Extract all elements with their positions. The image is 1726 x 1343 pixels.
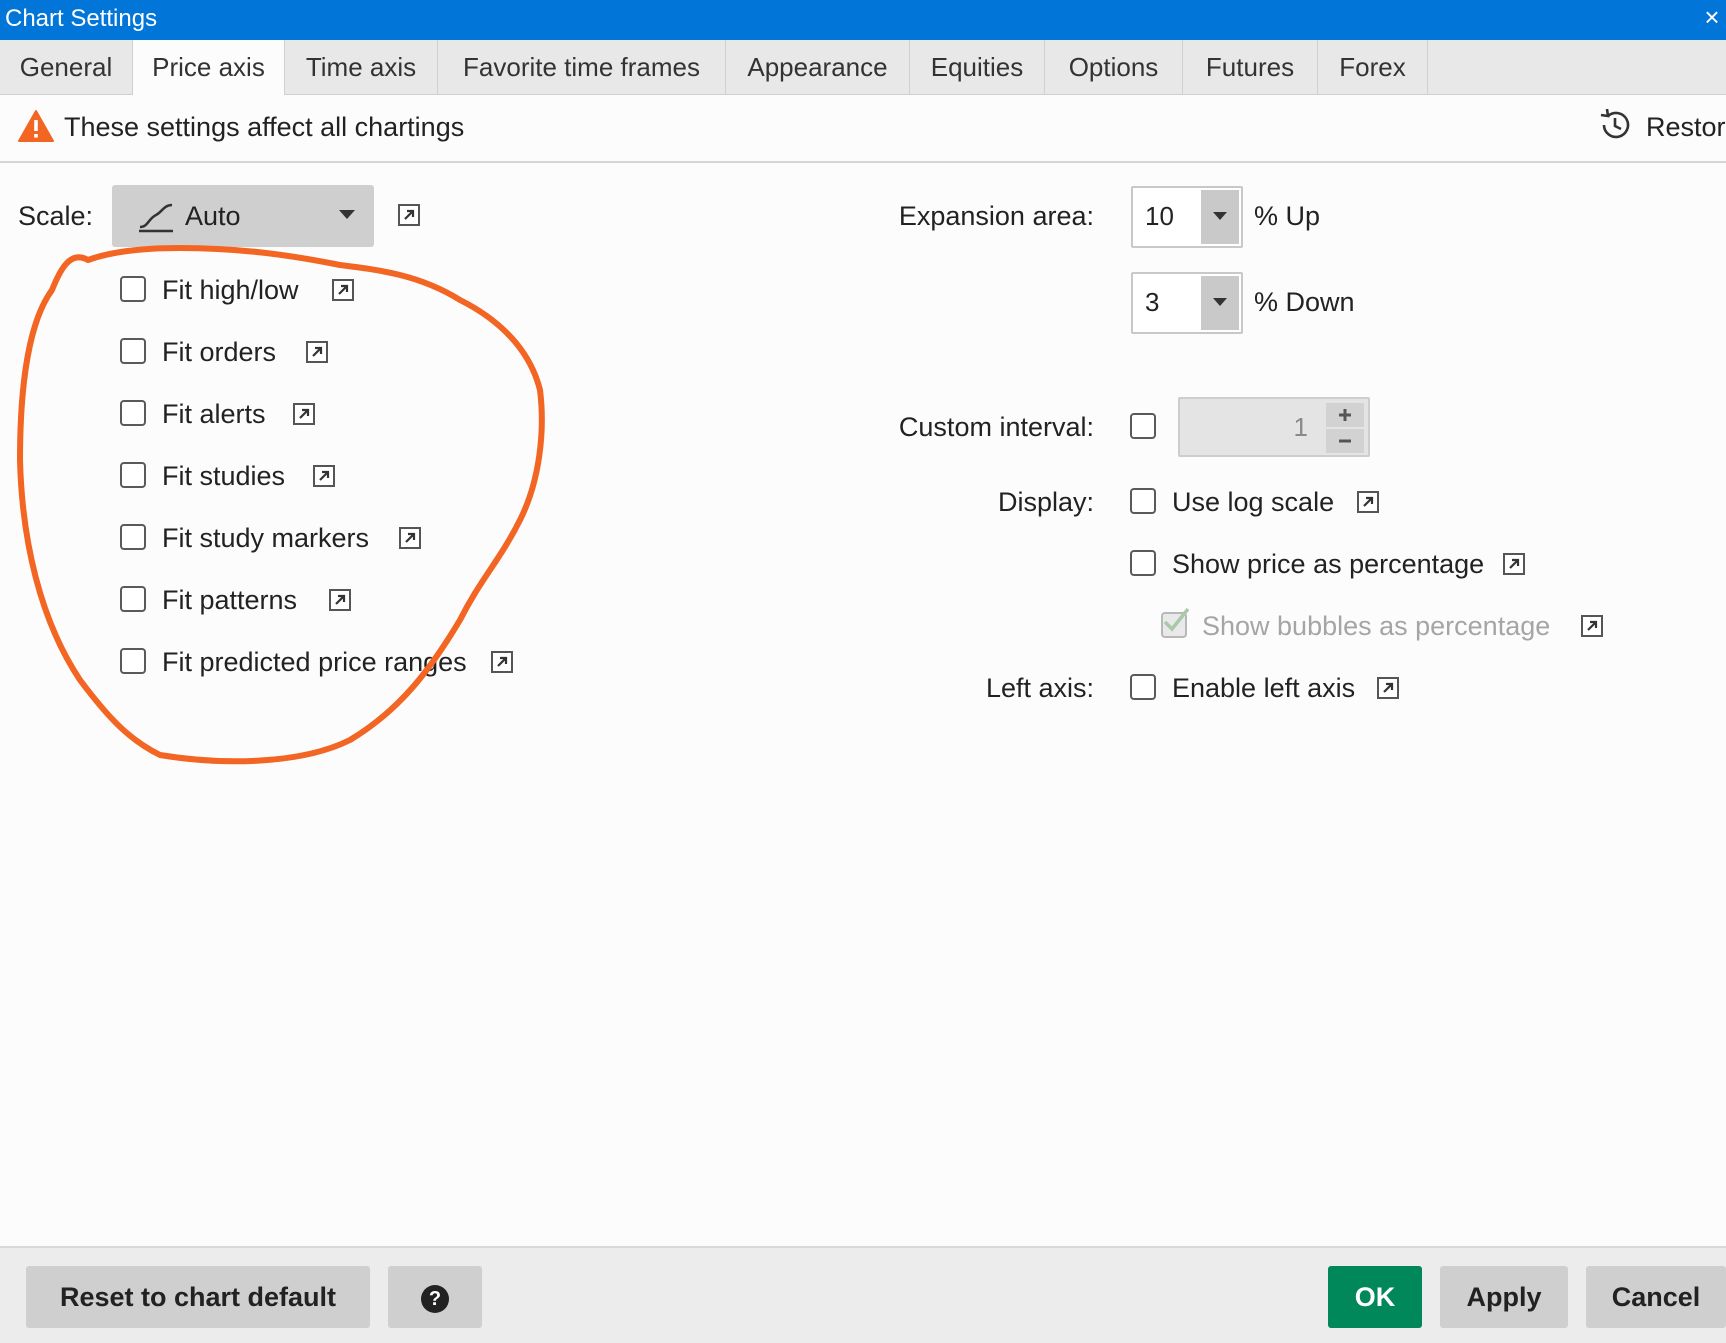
bottom-button-bar: Reset to chart default ? OK Apply Cancel — [0, 1246, 1726, 1343]
history-icon[interactable] — [1597, 107, 1633, 143]
chevron-down-icon — [339, 210, 355, 219]
reset-to-chart-default-button[interactable]: Reset to chart default — [26, 1266, 370, 1328]
fit-studies-checkbox[interactable] — [120, 462, 146, 488]
left-axis-label: Left axis: — [985, 673, 1094, 703]
tab-futures[interactable]: Futures — [1183, 40, 1318, 94]
expansion-up-select[interactable]: 10 — [1131, 186, 1243, 248]
notice-bar: These settings affect all chartings Rest… — [0, 95, 1726, 163]
fit-study-markers-label: Fit study markers — [162, 523, 370, 553]
help-icon: ? — [421, 1284, 449, 1313]
expansion-area-label: Expansion area: — [898, 201, 1094, 231]
minus-icon — [1339, 439, 1351, 443]
fit-alerts-label: Fit alerts — [162, 399, 266, 429]
scale-label: Scale: — [18, 201, 94, 231]
show-bubbles-percentage-label: Show bubbles as percentage — [1202, 611, 1551, 641]
tab-forex[interactable]: Forex — [1318, 40, 1428, 94]
fit-orders-label: Fit orders — [162, 337, 277, 367]
help-button[interactable]: ? — [388, 1266, 482, 1328]
auto-scale-icon — [139, 203, 173, 233]
tab-price-axis[interactable]: Price axis — [133, 40, 285, 95]
check-icon — [1163, 607, 1190, 632]
decrement-button[interactable] — [1326, 429, 1364, 453]
fit-high-low-checkbox[interactable] — [120, 276, 146, 302]
popout-icon[interactable] — [398, 204, 420, 226]
expansion-up-label: % Up — [1254, 201, 1321, 231]
custom-interval-value: 1 — [1293, 412, 1308, 442]
popout-icon[interactable] — [293, 403, 315, 425]
scale-value: Auto — [185, 201, 241, 231]
expansion-down-dropdown-button[interactable] — [1201, 276, 1239, 330]
fit-study-markers-checkbox[interactable] — [120, 524, 146, 550]
popout-icon[interactable] — [313, 465, 335, 487]
tab-favorite-time-frames[interactable]: Favorite time frames — [438, 40, 726, 94]
fit-predicted-price-ranges-checkbox[interactable] — [120, 648, 146, 674]
fit-predicted-price-ranges-label: Fit predicted price ranges — [162, 647, 467, 677]
ok-button[interactable]: OK — [1328, 1266, 1422, 1328]
expansion-down-value: 3 — [1145, 287, 1160, 317]
custom-interval-stepper[interactable]: 1 — [1178, 397, 1370, 457]
tab-appearance[interactable]: Appearance — [726, 40, 910, 94]
fit-patterns-label: Fit patterns — [162, 585, 298, 615]
custom-interval-label: Custom interval: — [898, 412, 1094, 442]
display-label: Display: — [997, 487, 1094, 517]
notice-text: These settings affect all chartings — [64, 112, 465, 142]
tab-options[interactable]: Options — [1045, 40, 1183, 94]
fit-high-low-label: Fit high/low — [162, 275, 299, 305]
popout-icon[interactable] — [1377, 677, 1399, 699]
chevron-down-icon — [1213, 298, 1227, 306]
expansion-up-dropdown-button[interactable] — [1201, 190, 1239, 244]
popout-icon[interactable] — [306, 341, 328, 363]
apply-button[interactable]: Apply — [1440, 1266, 1568, 1328]
popout-icon[interactable] — [399, 527, 421, 549]
tab-equities[interactable]: Equities — [910, 40, 1045, 94]
chevron-down-icon — [1213, 212, 1227, 220]
show-price-percentage-label: Show price as percentage — [1172, 549, 1485, 579]
restore-button[interactable]: Restor — [1646, 107, 1726, 147]
fit-studies-label: Fit studies — [162, 461, 286, 491]
enable-left-axis-checkbox[interactable] — [1130, 674, 1156, 700]
plus-icon — [1339, 409, 1351, 421]
warning-icon — [18, 110, 54, 142]
popout-icon[interactable] — [329, 589, 351, 611]
custom-interval-checkbox[interactable] — [1130, 413, 1156, 439]
increment-button[interactable] — [1326, 403, 1364, 427]
popout-icon[interactable] — [1581, 615, 1603, 637]
cancel-button[interactable]: Cancel — [1586, 1266, 1726, 1328]
scale-dropdown[interactable]: Auto — [112, 185, 374, 247]
popout-icon[interactable] — [1357, 491, 1379, 513]
fit-alerts-checkbox[interactable] — [120, 400, 146, 426]
popout-icon[interactable] — [491, 651, 513, 673]
fit-orders-checkbox[interactable] — [120, 338, 146, 364]
show-price-percentage-checkbox[interactable] — [1130, 550, 1156, 576]
expansion-down-select[interactable]: 3 — [1131, 272, 1243, 334]
popout-icon[interactable] — [1503, 553, 1525, 575]
tab-general[interactable]: General — [0, 40, 133, 94]
show-bubbles-percentage-checkbox[interactable] — [1161, 607, 1190, 638]
expansion-down-label: % Down — [1254, 287, 1355, 317]
tab-bar: General Price axis Time axis Favorite ti… — [0, 40, 1726, 95]
expansion-up-value: 10 — [1145, 201, 1174, 231]
use-log-scale-checkbox[interactable] — [1130, 488, 1156, 514]
tab-time-axis[interactable]: Time axis — [285, 40, 438, 94]
window-title: Chart Settings — [5, 5, 158, 32]
use-log-scale-label: Use log scale — [1172, 487, 1335, 517]
title-bar: Chart Settings × — [0, 0, 1726, 40]
fit-patterns-checkbox[interactable] — [120, 586, 146, 612]
enable-left-axis-label: Enable left axis — [1172, 673, 1356, 703]
close-icon[interactable]: × — [1700, 2, 1724, 32]
popout-icon[interactable] — [332, 279, 354, 301]
